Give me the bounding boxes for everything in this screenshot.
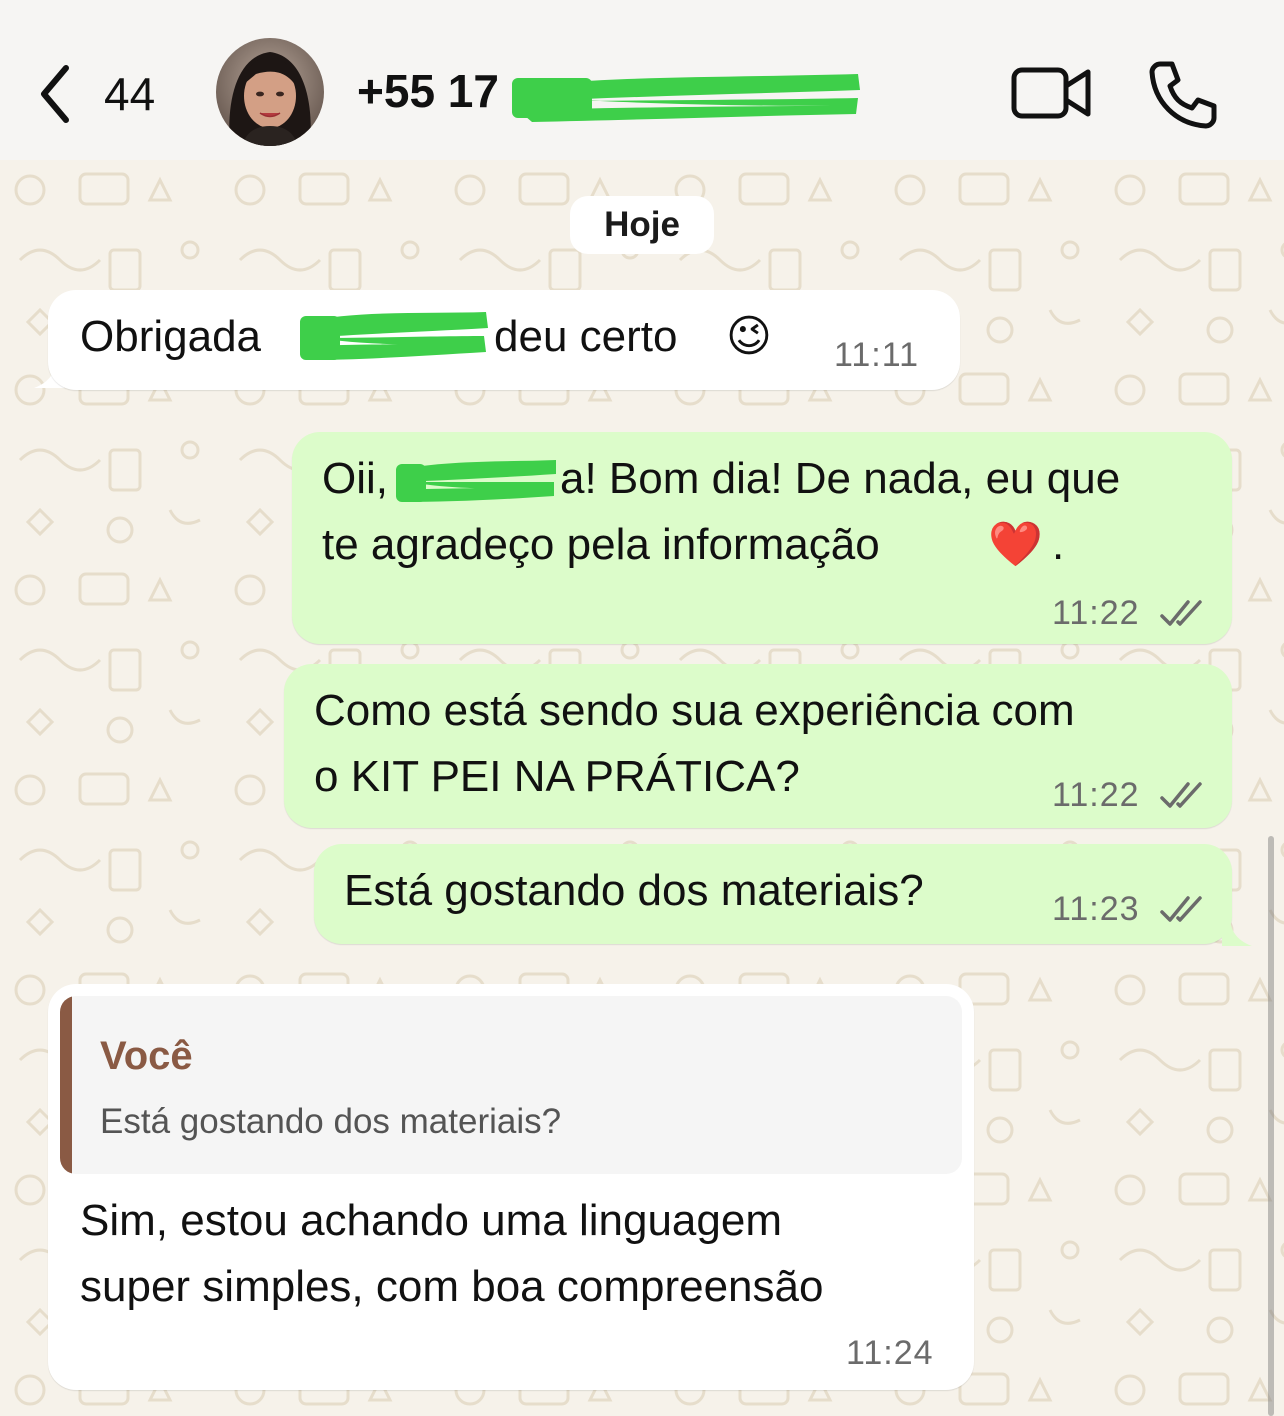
message-text-line2: te agradeço pela informação: [322, 520, 880, 569]
back-button[interactable]: 44: [36, 62, 176, 126]
message-text-continued: deu certo: [494, 312, 678, 361]
chat-header: 44 +55 17: [0, 0, 1284, 175]
double-check-icon: [1160, 782, 1202, 808]
double-check-icon: [1160, 600, 1202, 626]
message-text-line2: super simples, com boa compreensão: [80, 1262, 824, 1311]
wink-emoji: 😉: [726, 312, 772, 361]
redaction-mark: [396, 460, 556, 502]
date-separator: Hoje: [570, 196, 714, 254]
contact-phone-number[interactable]: +55 17: [357, 64, 499, 118]
message-text: Como está sendo sua experiência com: [314, 686, 1075, 735]
quote-text: Está gostando dos materiais?: [100, 1102, 562, 1141]
message-time: 11:22: [1052, 594, 1140, 632]
quote-accent-bar: [60, 996, 72, 1174]
message-text: Oii,: [322, 454, 388, 503]
unread-count: 44: [104, 68, 156, 120]
chevron-left-icon: [41, 65, 69, 123]
message-text-line2: o KIT PEI NA PRÁTICA?: [314, 752, 800, 801]
message-bubble-outgoing[interactable]: Como está sendo sua experiência com o KI…: [284, 664, 1232, 828]
message-time: 11:22: [1052, 776, 1140, 814]
message-time: 11:24: [846, 1334, 934, 1372]
phone-icon: [1149, 61, 1217, 129]
double-check-icon: [1160, 896, 1202, 922]
bubble-tail: [1222, 916, 1252, 946]
redaction-mark: [512, 74, 860, 122]
message-bubble-incoming[interactable]: Obrigada deu certo 😉 11:11: [48, 290, 960, 390]
contact-avatar[interactable]: [216, 38, 324, 146]
quote-author: Você: [100, 1034, 193, 1078]
video-call-button[interactable]: [1008, 62, 1096, 124]
message-time: 11:23: [1052, 890, 1140, 928]
message-text: Está gostando dos materiais?: [344, 866, 924, 915]
avatar-photo: [216, 38, 324, 146]
message-text: Sim, estou achando uma linguagem: [80, 1196, 782, 1245]
message-text-continued: a! Bom dia! De nada, eu que: [560, 454, 1121, 503]
message-bubble-outgoing[interactable]: Está gostando dos materiais? 11:23: [314, 844, 1232, 944]
voice-call-button[interactable]: [1146, 56, 1220, 130]
video-call-icon: [1011, 67, 1091, 119]
scrollbar[interactable]: [1268, 836, 1274, 1416]
quoted-reply[interactable]: Você Está gostando dos materiais?: [60, 996, 962, 1174]
message-time: 11:11: [834, 336, 920, 374]
message-bubble-outgoing[interactable]: Oii, a! Bom dia! De nada, eu que te agra…: [292, 432, 1232, 644]
message-text: Obrigada: [80, 312, 262, 361]
heart-emoji: ❤️: [988, 520, 1043, 569]
redaction-mark: [300, 312, 488, 360]
message-text-end: .: [1052, 520, 1065, 569]
conversation[interactable]: Hoje Obrigada deu certo 😉 11:11 Oii, a! …: [0, 160, 1284, 1416]
